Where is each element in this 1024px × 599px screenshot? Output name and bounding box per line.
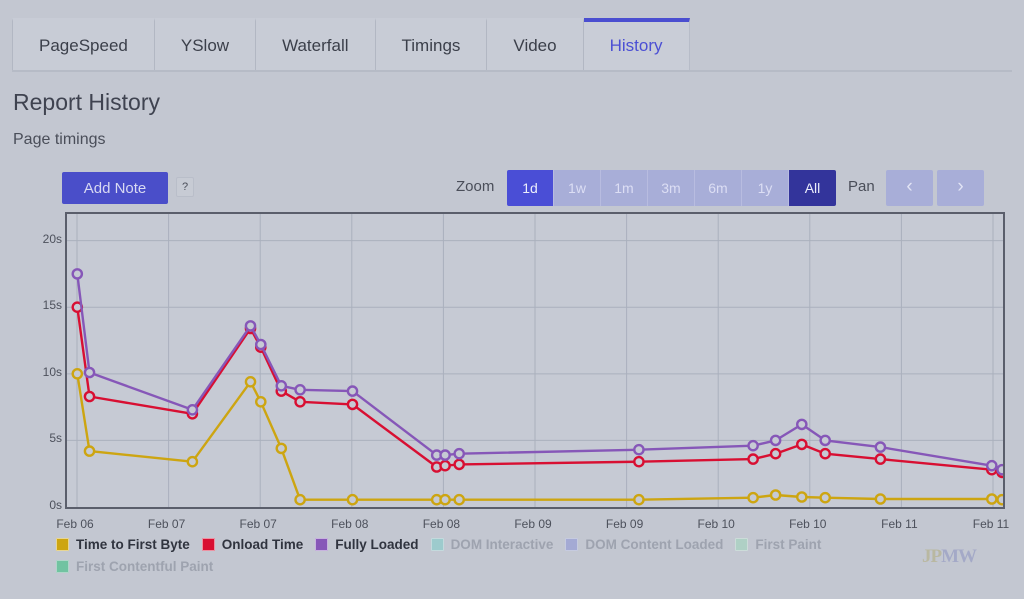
x-tick-label: Feb 11 bbox=[881, 517, 918, 531]
pan-next-button[interactable]: › bbox=[937, 170, 984, 206]
watermark-part2: MW bbox=[941, 546, 977, 567]
legend-label: Onload Time bbox=[221, 537, 304, 552]
help-icon[interactable]: ? bbox=[176, 177, 194, 197]
tab-yslow[interactable]: YSlow bbox=[154, 18, 257, 70]
legend-label: First Paint bbox=[755, 537, 822, 552]
x-tick-label: Feb 10 bbox=[697, 517, 735, 531]
watermark-logo: JPMW bbox=[922, 546, 977, 568]
zoom-range-1y[interactable]: 1y bbox=[742, 170, 789, 206]
y-tick-label: 0s bbox=[49, 498, 62, 512]
zoom-range-6m[interactable]: 6m bbox=[695, 170, 742, 206]
y-tick-label: 10s bbox=[42, 364, 62, 379]
legend-swatch-icon bbox=[201, 538, 215, 551]
watermark-part1: JP bbox=[922, 546, 942, 567]
legend-label: DOM Content Loaded bbox=[585, 537, 724, 552]
legend-item-first-contentful-paint[interactable]: First Contentful Paint bbox=[56, 559, 213, 574]
legend-item-first-paint[interactable]: First Paint bbox=[735, 537, 821, 552]
legend-label: First Contentful Paint bbox=[76, 559, 214, 574]
report-history-page: PageSpeed YSlow Waterfall Timings Video Histo… bbox=[0, 0, 1024, 599]
legend-swatch-icon bbox=[56, 538, 69, 551]
tab-bar: PageSpeed YSlow Waterfall Timings Video Histo… bbox=[12, 18, 1012, 70]
x-tick-label: Feb 09 bbox=[605, 517, 644, 531]
tab-pagespeed[interactable]: PageSpeed bbox=[12, 18, 155, 70]
legend-swatch-icon bbox=[315, 538, 329, 551]
zoom-range-group: 1d 1w 1m 3m 6m 1y All bbox=[507, 170, 836, 206]
legend-swatch-icon bbox=[735, 538, 749, 551]
timings-chart[interactable]: 0s 5s 10s 15s 20s Feb 06 Feb 07 Feb 07 Feb 08 Fe… bbox=[30, 212, 1012, 531]
legend-item-fully-loaded[interactable]: Fully Loaded bbox=[315, 537, 419, 552]
tab-bar-underline-right bbox=[750, 70, 1012, 72]
x-tick-label: Feb 06 bbox=[56, 517, 94, 531]
zoom-range-1w[interactable]: 1w bbox=[554, 170, 601, 206]
page-title: Report History bbox=[13, 89, 160, 115]
legend-item-dom-content-loaded[interactable]: DOM Content Loaded bbox=[565, 537, 723, 552]
tab-timings[interactable]: Timings bbox=[375, 18, 488, 70]
page-subtitle: Page timings bbox=[13, 131, 106, 148]
zoom-range-All[interactable]: All bbox=[789, 170, 836, 206]
x-tick-label: Feb 07 bbox=[239, 517, 277, 531]
legend-label: Fully Loaded bbox=[335, 537, 419, 552]
tab-waterfall[interactable]: Waterfall bbox=[256, 18, 376, 70]
legend-item-dom-interactive[interactable]: DOM Interactive bbox=[430, 537, 554, 552]
legend-item-time-to-first-byte[interactable]: Time to First Byte bbox=[56, 537, 190, 552]
zoom-range-1m[interactable]: 1m bbox=[601, 170, 648, 206]
tab-video[interactable]: Video bbox=[487, 18, 584, 70]
x-tick-label: Feb 08 bbox=[331, 517, 369, 531]
x-tick-label: Feb 11 bbox=[972, 517, 1010, 531]
x-tick-label: Feb 08 bbox=[422, 517, 461, 531]
legend-label: DOM Interactive bbox=[450, 537, 554, 552]
legend-swatch-icon bbox=[56, 560, 69, 573]
pan-label: Pan bbox=[848, 178, 875, 195]
legend-swatch-icon bbox=[430, 538, 444, 551]
tab-history[interactable]: History bbox=[583, 18, 690, 70]
zoom-range-1d[interactable]: 1d bbox=[507, 170, 554, 206]
y-tick-label: 5s bbox=[49, 431, 62, 446]
legend-label: Time to First Byte bbox=[76, 537, 190, 552]
legend-item-onload-time[interactable]: Onload Time bbox=[201, 537, 304, 552]
chart-svg bbox=[67, 214, 1003, 507]
zoom-label: Zoom bbox=[456, 178, 495, 195]
zoom-range-3m[interactable]: 3m bbox=[648, 170, 695, 206]
tab-bar-underline bbox=[12, 70, 750, 72]
chart-legend: Time to First Byte Onload Time Fully Loade… bbox=[56, 537, 916, 581]
x-tick-label: Feb 09 bbox=[514, 517, 552, 531]
x-tick-label: Feb 10 bbox=[789, 517, 827, 531]
pan-previous-button[interactable]: ‹ bbox=[886, 170, 933, 206]
x-tick-label: Feb 07 bbox=[147, 517, 186, 531]
y-tick-label: 20s bbox=[42, 231, 62, 246]
plot-area[interactable] bbox=[65, 212, 1005, 509]
add-note-button[interactable]: Add Note bbox=[62, 172, 168, 204]
legend-swatch-icon bbox=[565, 538, 579, 551]
y-tick-label: 15s bbox=[42, 298, 62, 313]
